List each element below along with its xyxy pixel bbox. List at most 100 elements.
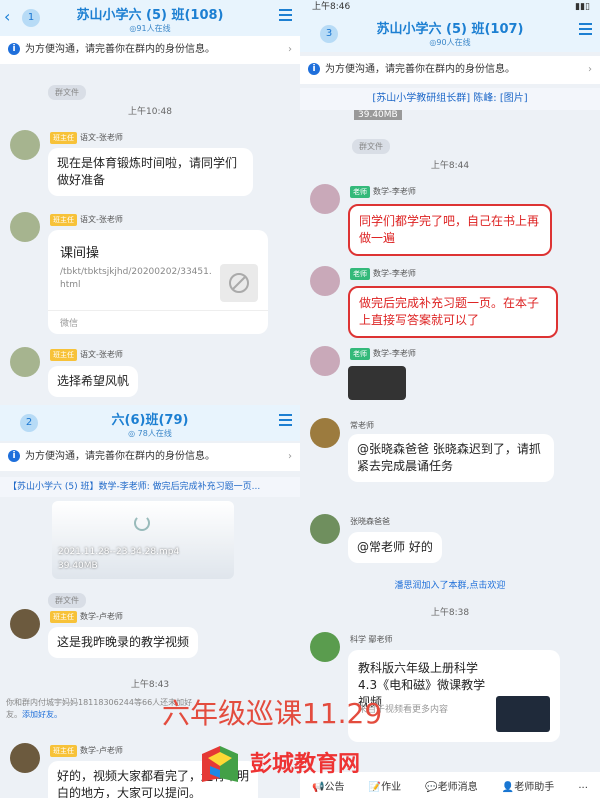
video-size: 39.40MB (354, 110, 402, 120)
group-title: 六(6)班(79) (111, 413, 189, 428)
info-icon: i (8, 450, 20, 462)
menu-icon[interactable] (279, 414, 292, 429)
avatar[interactable] (10, 743, 40, 773)
identity-notice[interactable]: i 为方便沟通，请完善你在群内的身份信息。 › (0, 36, 300, 64)
chevron-right-icon[interactable]: › (288, 36, 292, 64)
sender-name: 数学-卢老师 (80, 746, 123, 755)
video-filename: 2021.11.28--23.34.28.mp4 (58, 547, 180, 557)
menu-icon[interactable] (279, 9, 292, 24)
timestamp: 上午8:44 (430, 161, 470, 171)
role-tag: 班主任 (50, 745, 77, 757)
panel-number-badge: 3 (320, 25, 338, 43)
message-bubble[interactable]: 选择希望风帆 (48, 366, 139, 397)
panel-number-badge: 1 (22, 9, 40, 27)
avatar[interactable] (310, 514, 340, 544)
message-banner[interactable]: [苏山小学教研组长群] 陈峰: [图片] (300, 88, 600, 110)
toolbar-more[interactable]: ... (578, 780, 588, 791)
online-count: ◎91人在线 (129, 24, 171, 33)
sender-name: 语文-张老师 (80, 350, 123, 359)
sender-name: 数学-李老师 (373, 349, 416, 358)
site-logo-icon (198, 744, 242, 784)
toolbar-teacher-assistant[interactable]: 👤老师助手 (502, 778, 554, 793)
status-time: 上午8:46 (312, 2, 351, 12)
add-friend-link[interactable]: 添加好友。 (22, 710, 62, 719)
role-tag: 班主任 (50, 214, 77, 226)
link-card[interactable]: 课间操 /tbkt/tbktsjkjhd/20200202/33451.html… (48, 230, 268, 334)
panel-number-badge: 2 (20, 414, 38, 432)
message-bubble[interactable]: 这是我昨晚录的教学视频 (48, 627, 199, 658)
chat-header: 2 六(6)班(79) ◎ 78人在线 (0, 405, 300, 441)
online-count: ◎90人在线 (429, 38, 471, 47)
video-thumbnail (496, 696, 550, 732)
group-title: 苏山小学六 (5) 班(107) (376, 22, 524, 37)
avatar[interactable] (10, 130, 40, 160)
site-logo-text: 彭城教育网 (250, 752, 361, 777)
message-bubble[interactable]: @常老师 好的 (348, 532, 442, 563)
avatar[interactable] (310, 418, 340, 448)
timestamp: 上午8:38 (430, 608, 470, 618)
chat-panel-3: 上午8:46 ▮▮▯ 3 苏山小学六 (5) 班(107) ◎90人在线 i 为方… (300, 0, 600, 798)
sender-name: 常老师 (350, 421, 374, 430)
menu-icon[interactable] (579, 23, 592, 38)
group-file-pill[interactable]: 群文件 (48, 593, 86, 608)
chat-header: ‹ 1 苏山小学六 (5) 班(108) ◎91人在线 (0, 0, 300, 36)
role-tag: 班主任 (50, 132, 77, 144)
card-url: /tbkt/tbktsjkjhd/20200202/33451.html (60, 267, 212, 290)
toolbar-homework[interactable]: 📝作业 (369, 778, 401, 793)
sender-name: 数学-李老师 (373, 269, 416, 278)
role-tag: 老师 (350, 186, 370, 198)
info-icon: i (8, 43, 20, 55)
avatar[interactable] (10, 609, 40, 639)
card-title: 课间操 (60, 246, 100, 261)
status-bar: 上午8:46 ▮▮▯ (300, 0, 600, 14)
chat-panel-2: 2 六(6)班(79) ◎ 78人在线 i 为方便沟通，请完善你在群内的身份信息。… (0, 405, 300, 798)
sender-name: 语文-张老师 (80, 133, 123, 142)
toolbar-teacher-msg[interactable]: 💬老师消息 (425, 778, 477, 793)
identity-notice[interactable]: i 为方便沟通，请完善你在群内的身份信息。 › (0, 443, 300, 471)
group-file-pill[interactable]: 群文件 (48, 85, 86, 100)
timestamp: 上午10:48 (128, 107, 172, 117)
back-arrow-icon[interactable]: ‹ (4, 7, 10, 26)
identity-notice[interactable]: i 为方便沟通，请完善你在群内的身份信息。 › (300, 56, 600, 84)
message-banner[interactable]: 【苏山小学六 (5) 班】数学-李老师: 做完后完成补充习题一页... (0, 477, 300, 497)
sender-name: 数学-卢老师 (80, 612, 123, 621)
video-message[interactable]: 2021.11.28--23.34.28.mp4 39.40MB (52, 501, 234, 579)
avatar[interactable] (310, 632, 340, 662)
info-icon: i (308, 63, 320, 75)
chevron-right-icon[interactable]: › (588, 56, 592, 84)
battery-icon: ▮▮▯ (575, 2, 590, 12)
chevron-right-icon[interactable]: › (288, 443, 292, 471)
group-file-pill[interactable]: 群文件 (352, 139, 390, 154)
sender-name: 科学 鄢老师 (350, 635, 393, 644)
link-thumbnail-icon (220, 264, 258, 302)
avatar[interactable] (10, 347, 40, 377)
toolbar-announcement[interactable]: 📢公告 (312, 778, 344, 793)
role-tag: 班主任 (50, 611, 77, 623)
timestamp: 上午8:43 (130, 680, 170, 690)
role-tag: 班主任 (50, 349, 77, 361)
message-bubble[interactable]: @张晓森爸爸 张晓森迟到了，请抓紧去完成晨诵任务 (348, 434, 554, 482)
notice-text: 为方便沟通，请完善你在群内的身份信息。 (25, 44, 215, 55)
online-count: ◎ 78人在线 (128, 429, 172, 438)
join-notice: 潘思润加入了本群,点击欢迎 (394, 581, 506, 591)
sender-name: 语文-张老师 (80, 215, 123, 224)
video-size: 39.40MB (58, 561, 98, 571)
avatar[interactable] (10, 212, 40, 242)
overlay-title: 六年级巡课11.29 (162, 697, 383, 730)
sender-name: 张晓森爸爸 (350, 517, 390, 526)
message-bubble[interactable]: 现在是体育锻炼时间啦，请同学们做好准备 (48, 148, 253, 196)
image-message[interactable] (348, 366, 406, 400)
chat-header: 3 苏山小学六 (5) 班(107) ◎90人在线 (300, 14, 600, 52)
card-source: 微信 (60, 319, 79, 329)
message-bubble[interactable]: 同学们都学完了吧，自己在书上再做一遍 (348, 204, 552, 256)
group-title: 苏山小学六 (5) 班(108) (76, 8, 224, 23)
welcome-link[interactable]: 点击欢迎 (469, 581, 505, 591)
loading-icon (134, 515, 150, 531)
message-bubble[interactable]: 做完后完成补充习题一页。在本子上直接写答案就可以了 (348, 286, 558, 338)
notice-text: 为方便沟通，请完善你在群内的身份信息。 (325, 64, 515, 75)
avatar[interactable] (310, 266, 340, 296)
chat-panel-1: ‹ 1 苏山小学六 (5) 班(108) ◎91人在线 i 为方便沟通，请完善你在… (0, 0, 300, 408)
avatar[interactable] (310, 346, 340, 376)
sender-name: 数学-李老师 (373, 187, 416, 196)
avatar[interactable] (310, 184, 340, 214)
